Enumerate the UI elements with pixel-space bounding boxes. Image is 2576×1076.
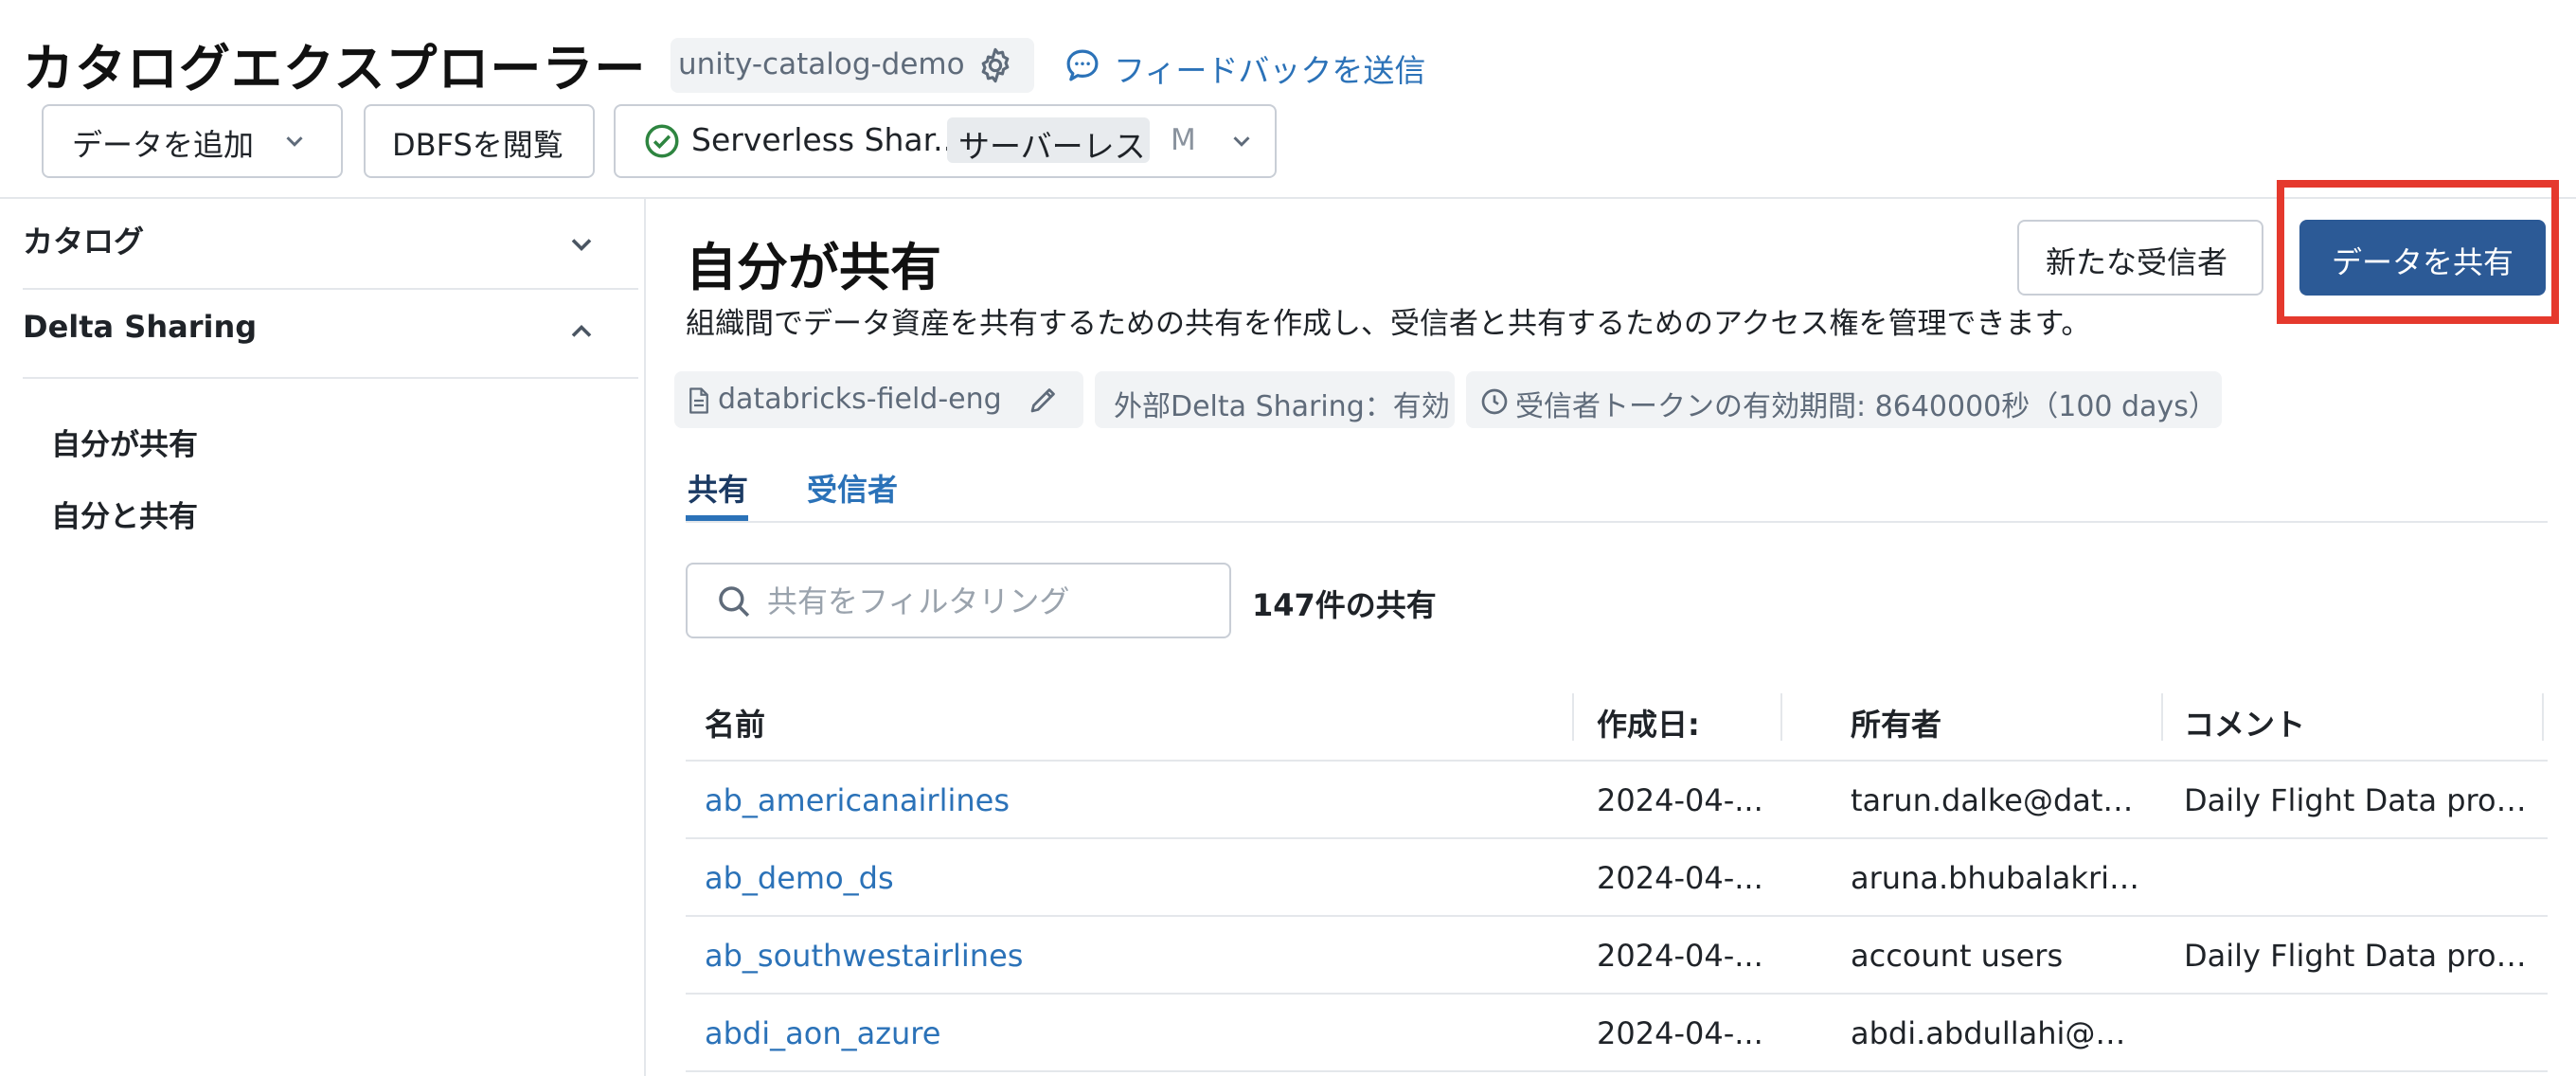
table-row-created: 2024-04-... bbox=[1597, 938, 1763, 974]
table-row-divider bbox=[686, 915, 2548, 917]
tab-divider bbox=[686, 521, 2548, 523]
metastore-name: databricks-field-eng bbox=[718, 383, 1002, 416]
sidebar-divider bbox=[644, 199, 646, 1076]
column-header-comment[interactable]: コメント bbox=[2184, 701, 2305, 744]
table-row-owner: account users bbox=[1851, 938, 2064, 974]
sidebar-item-shared-with-me[interactable]: 自分と共有 bbox=[51, 493, 198, 535]
feedback-link[interactable]: フィードバックを送信 bbox=[1114, 45, 1425, 91]
check-circle-icon bbox=[642, 121, 682, 161]
page-title: 自分が共有 bbox=[686, 238, 941, 297]
table-row-created: 2024-04-... bbox=[1597, 782, 1763, 818]
table-row-owner: abdi.abdullahi@datab... bbox=[1851, 1015, 2140, 1051]
chevron-up-icon[interactable] bbox=[564, 314, 599, 349]
column-header-created[interactable]: 作成日: bbox=[1597, 701, 1700, 744]
chevron-down-icon bbox=[1227, 127, 1256, 155]
pencil-icon[interactable] bbox=[1027, 383, 1061, 417]
add-data-label: データを追加 bbox=[72, 127, 255, 163]
table-row-divider bbox=[686, 993, 2548, 995]
column-header-owner[interactable]: 所有者 bbox=[1851, 701, 1941, 744]
page-app-title: カタログエクスプローラー bbox=[23, 39, 647, 99]
column-separator bbox=[1572, 693, 1574, 741]
table-row-name-link[interactable]: ab_southwestairlines bbox=[705, 938, 1557, 974]
compute-name: Serverless Shar... bbox=[691, 121, 963, 158]
clock-icon bbox=[1479, 386, 1510, 417]
sidebar-item-shared-by-me[interactable]: 自分が共有 bbox=[51, 421, 198, 463]
search-input[interactable] bbox=[765, 574, 1214, 629]
sidebar-section-catalog[interactable]: カタログ bbox=[23, 218, 144, 261]
sidebar-divider bbox=[23, 377, 638, 379]
compute-badge-label: サーバーレス bbox=[958, 128, 1146, 165]
table-row-created: 2024-04-... bbox=[1597, 1015, 1763, 1051]
chevron-down-icon[interactable] bbox=[564, 227, 599, 261]
table-row-divider bbox=[686, 837, 2548, 839]
sidebar-divider bbox=[23, 288, 638, 290]
table-row-comment: Daily Flight Data provi... bbox=[2184, 782, 2534, 818]
header-divider bbox=[0, 197, 2576, 199]
tab-shares[interactable]: 共有 bbox=[688, 466, 748, 510]
table-row-name-link[interactable]: ab_demo_ds bbox=[705, 860, 1557, 896]
table-row-created: 2024-04-... bbox=[1597, 860, 1763, 896]
column-separator bbox=[1780, 693, 1782, 741]
document-icon bbox=[686, 386, 712, 415]
table-row-owner: tarun.dalke@databric... bbox=[1851, 782, 2140, 818]
compute-size: M bbox=[1171, 123, 1196, 157]
table-row-comment: Daily Flight Data provi... bbox=[2184, 938, 2534, 974]
tab-recipients[interactable]: 受信者 bbox=[807, 466, 898, 510]
table-row-divider bbox=[686, 1070, 2548, 1072]
column-header-name[interactable]: 名前 bbox=[705, 701, 765, 744]
table-row-name-link[interactable]: abdi_aon_azure bbox=[705, 1015, 1557, 1051]
chat-bubble-icon[interactable] bbox=[1063, 45, 1102, 85]
new-recipient-label: 新たな受信者 bbox=[2046, 244, 2228, 280]
token-lifetime-text: 受信者トークンの有効期間: 8640000秒（100 days） bbox=[1515, 390, 2217, 423]
share-data-label: データを共有 bbox=[2332, 244, 2514, 280]
share-count: 147件の共有 bbox=[1252, 587, 1437, 623]
gear-icon[interactable] bbox=[975, 45, 1015, 85]
column-separator bbox=[2161, 693, 2163, 741]
sidebar-section-delta-sharing[interactable]: Delta Sharing bbox=[23, 309, 257, 345]
column-separator bbox=[2542, 693, 2544, 741]
table-row-name-link[interactable]: ab_americanairlines bbox=[705, 782, 1557, 818]
chevron-down-icon bbox=[280, 127, 309, 155]
page-description: 組織間でデータ資産を共有するための共有を作成し、受信者と共有するためのアクセス権… bbox=[686, 307, 2091, 341]
workspace-name: unity-catalog-demo bbox=[678, 47, 965, 81]
external-sharing-status: 外部Delta Sharing：有効 bbox=[1114, 390, 1450, 423]
browse-dbfs-label: DBFSを閲覧 bbox=[392, 127, 564, 163]
table-row-owner: aruna.bhubalakrishna... bbox=[1851, 860, 2140, 896]
table-header-divider bbox=[686, 760, 2548, 762]
search-icon bbox=[714, 582, 754, 621]
